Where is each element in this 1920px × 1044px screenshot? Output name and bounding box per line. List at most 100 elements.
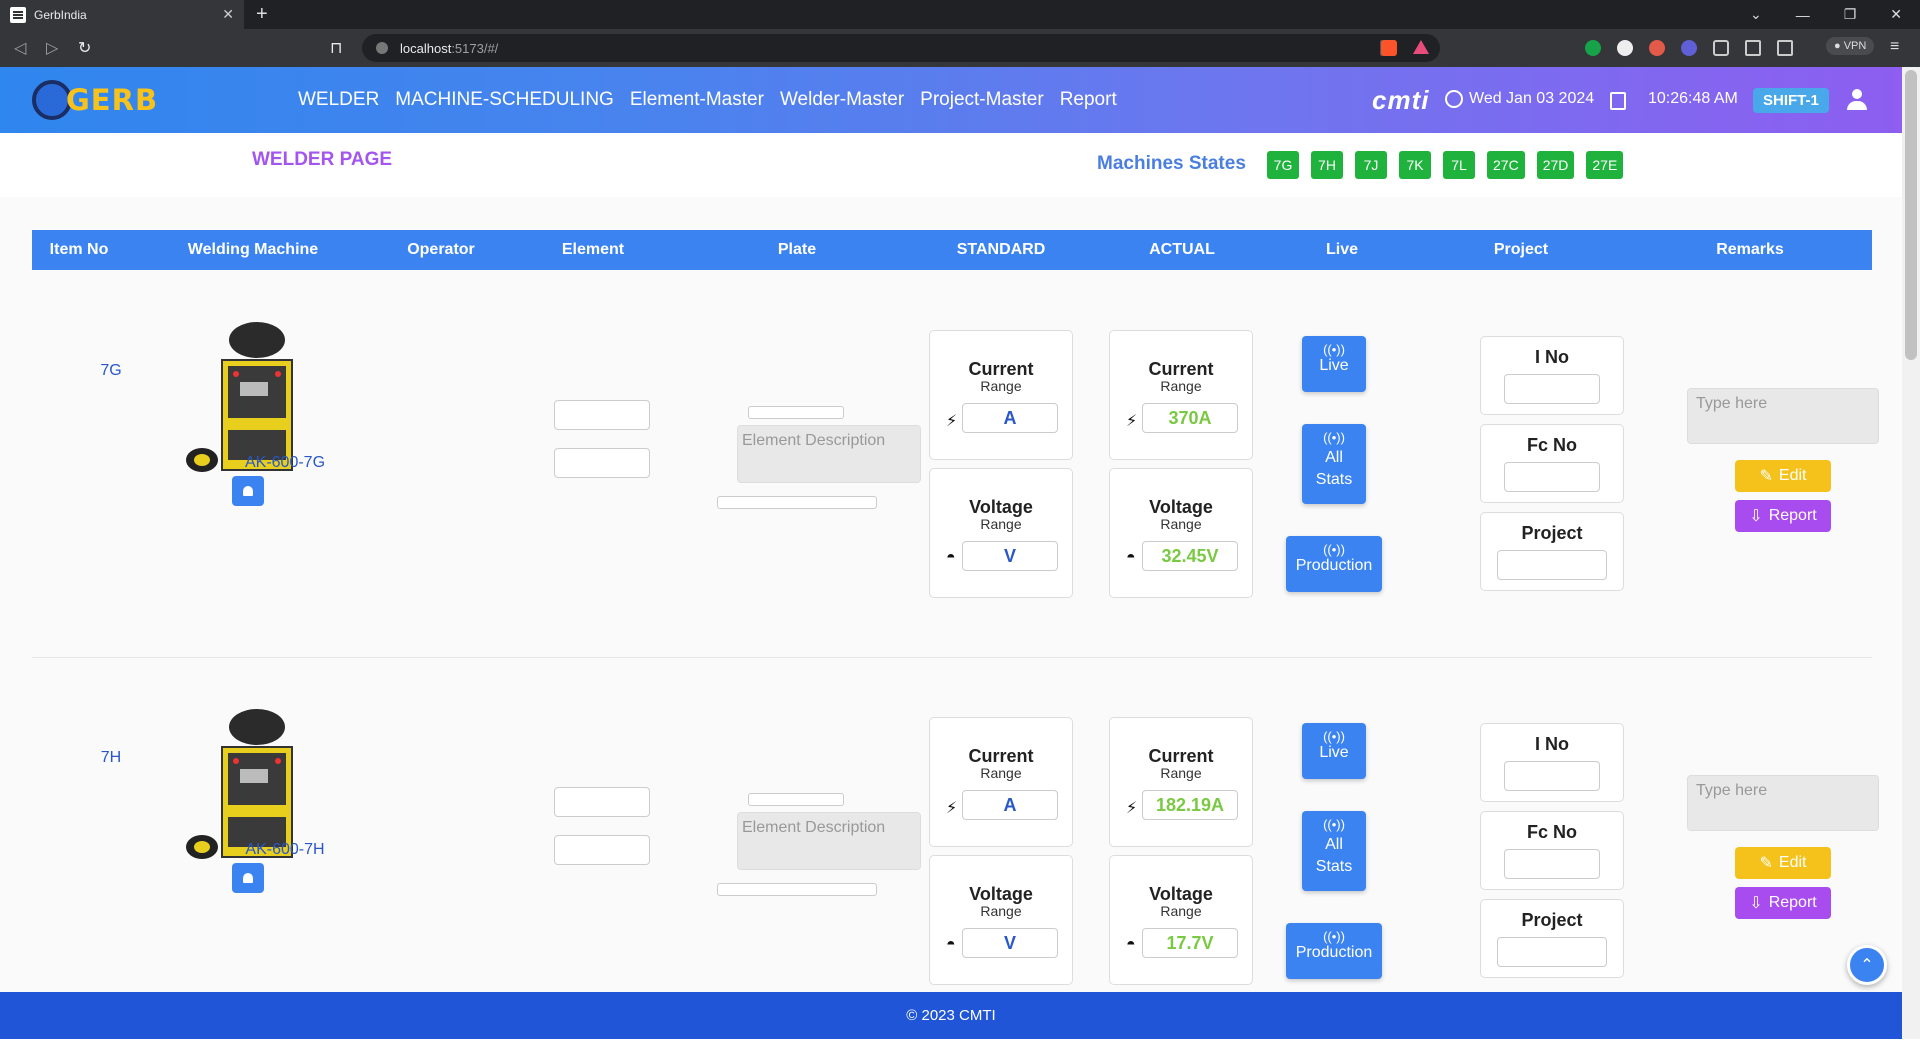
plate-input-2[interactable]	[717, 496, 877, 509]
extensions-puzzle-icon[interactable]	[1713, 40, 1729, 56]
browser-tabbar: GerbIndia ✕ + ⌄ — ❐ ✕	[0, 0, 1920, 29]
site-info-icon[interactable]	[376, 42, 388, 54]
project-input[interactable]	[1497, 937, 1607, 967]
voltage-title: Voltage	[969, 497, 1033, 517]
edit-button[interactable]: ✎ Edit	[1735, 460, 1831, 492]
scrollbar-thumb[interactable]	[1905, 70, 1917, 360]
state-badge-27c[interactable]: 27C	[1487, 151, 1525, 179]
report-button[interactable]: ⇩ Report	[1735, 887, 1831, 919]
restore-icon[interactable]: ❐	[1844, 6, 1857, 23]
element-input-2[interactable]	[554, 448, 650, 478]
live-button-label: Live	[1319, 357, 1349, 374]
lightning-icon: ⚡	[1126, 413, 1138, 430]
nav-element-master[interactable]: Element-Master	[630, 89, 764, 111]
report-button[interactable]: ⇩ Report	[1735, 500, 1831, 532]
sidebar-icon[interactable]	[1745, 40, 1761, 56]
element-description-field[interactable]: Element Description	[737, 425, 921, 483]
nav-report[interactable]: Report	[1060, 89, 1117, 111]
element-input-1[interactable]	[554, 400, 650, 430]
menu-icon[interactable]: ≡	[1890, 38, 1899, 56]
nav-machine-scheduling[interactable]: MACHINE-SCHEDULING	[395, 89, 614, 111]
standard-current-value[interactable]: A	[962, 790, 1058, 820]
nav-welder[interactable]: WELDER	[298, 89, 379, 111]
lightning-icon: ⚡	[946, 413, 958, 430]
edit-button-label: Edit	[1778, 854, 1807, 871]
tab-favicon-icon	[10, 6, 26, 23]
new-tab-icon[interactable]: +	[256, 3, 268, 26]
actual-voltage-card: Voltage Range ◓ 17.7V	[1109, 855, 1253, 985]
page-scrollbar[interactable]	[1902, 67, 1920, 1039]
state-badge-7k[interactable]: 7K	[1399, 151, 1431, 179]
fcno-input[interactable]	[1504, 462, 1600, 492]
wallet-icon[interactable]	[1777, 40, 1793, 56]
state-badge-7j[interactable]: 7J	[1355, 151, 1387, 179]
broadcast-icon: ((•))	[1323, 929, 1345, 944]
state-badge-7l[interactable]: 7L	[1443, 151, 1475, 179]
element-input-2[interactable]	[554, 835, 650, 865]
page-title: WELDER PAGE	[252, 149, 393, 170]
back-icon[interactable]: ◁	[14, 38, 26, 58]
plate-input-2[interactable]	[717, 883, 877, 896]
state-badge-27d[interactable]: 27D	[1536, 151, 1575, 179]
main-nav: WELDER MACHINE-SCHEDULING Element-Master…	[298, 89, 1117, 111]
edit-button[interactable]: ✎ Edit	[1735, 847, 1831, 879]
tab-close-icon[interactable]: ✕	[222, 6, 234, 23]
table-row: 7G AK-600-7G Element Description Current	[32, 270, 1879, 657]
minimize-icon[interactable]: —	[1796, 7, 1810, 23]
vpn-button[interactable]: ● VPN	[1826, 37, 1875, 55]
scroll-to-top-button[interactable]: ⌃	[1847, 945, 1887, 985]
ino-input[interactable]	[1504, 761, 1600, 791]
footer: © 2023 CMTI	[0, 992, 1902, 1039]
plate-input[interactable]	[748, 793, 844, 806]
extension-grammarly-icon[interactable]	[1585, 40, 1601, 56]
brave-shield-icon[interactable]	[1381, 40, 1397, 56]
plate-input[interactable]	[748, 406, 844, 419]
brave-rewards-icon[interactable]	[1413, 40, 1429, 54]
state-badge-27e[interactable]: 27E	[1586, 151, 1624, 179]
state-badge-7g[interactable]: 7G	[1267, 151, 1299, 179]
nav-welder-master[interactable]: Welder-Master	[780, 89, 904, 111]
project-input[interactable]	[1497, 550, 1607, 580]
remarks-field[interactable]: Type here	[1687, 388, 1879, 444]
all-stats-button[interactable]: ((•)) All Stats	[1302, 811, 1366, 891]
standard-current-value[interactable]: A	[962, 403, 1058, 433]
bookmark-icon[interactable]: ⊓	[330, 38, 342, 58]
live-button[interactable]: ((•)) Live	[1302, 336, 1366, 392]
element-input-1[interactable]	[554, 787, 650, 817]
clock-icon	[1445, 90, 1463, 108]
nav-project-master[interactable]: Project-Master	[920, 89, 1044, 111]
extension-chat-icon[interactable]	[1681, 40, 1697, 56]
production-button[interactable]: ((•)) Production	[1286, 923, 1382, 979]
remarks-field[interactable]: Type here	[1687, 775, 1879, 831]
machine-name: AK-600-7H	[245, 841, 325, 858]
col-operator: Operator	[407, 241, 475, 258]
col-welding-machine: Welding Machine	[187, 241, 319, 258]
close-window-icon[interactable]: ✕	[1890, 6, 1902, 23]
standard-voltage-value[interactable]: V	[962, 928, 1058, 958]
user-icon[interactable]	[1847, 89, 1867, 111]
all-stats-button[interactable]: ((•)) All Stats	[1302, 424, 1366, 504]
extension-pen-icon[interactable]	[1617, 40, 1633, 56]
ino-input[interactable]	[1504, 374, 1600, 404]
logo-text: GERB	[66, 83, 159, 117]
tab-search-icon[interactable]: ⌄	[1750, 6, 1762, 23]
extension-badge-icon[interactable]	[1649, 40, 1665, 56]
fcno-input[interactable]	[1504, 849, 1600, 879]
actual-voltage-card: Voltage Range ◓ 32.45V	[1109, 468, 1253, 598]
production-button[interactable]: ((•)) Production	[1286, 536, 1382, 592]
machine-name: AK-600-7G	[244, 454, 326, 471]
state-badge-7h[interactable]: 7H	[1311, 151, 1343, 179]
bell-button[interactable]	[232, 476, 264, 506]
bell-button[interactable]	[232, 863, 264, 893]
browser-tab[interactable]: GerbIndia ✕	[0, 0, 244, 29]
range-label: Range	[1160, 516, 1202, 532]
live-button[interactable]: ((•)) Live	[1302, 723, 1366, 779]
gerb-logo[interactable]: GERB	[32, 80, 158, 120]
col-standard: STANDARD	[956, 241, 1046, 258]
element-description-field[interactable]: Element Description	[737, 812, 921, 870]
standard-voltage-card: Voltage Range ◓ V	[929, 855, 1073, 985]
url-field[interactable]: localhost:5173/#/	[362, 34, 1440, 62]
standard-voltage-value[interactable]: V	[962, 541, 1058, 571]
reload-icon[interactable]: ↻	[78, 38, 91, 58]
forward-icon[interactable]: ▷	[46, 38, 58, 58]
